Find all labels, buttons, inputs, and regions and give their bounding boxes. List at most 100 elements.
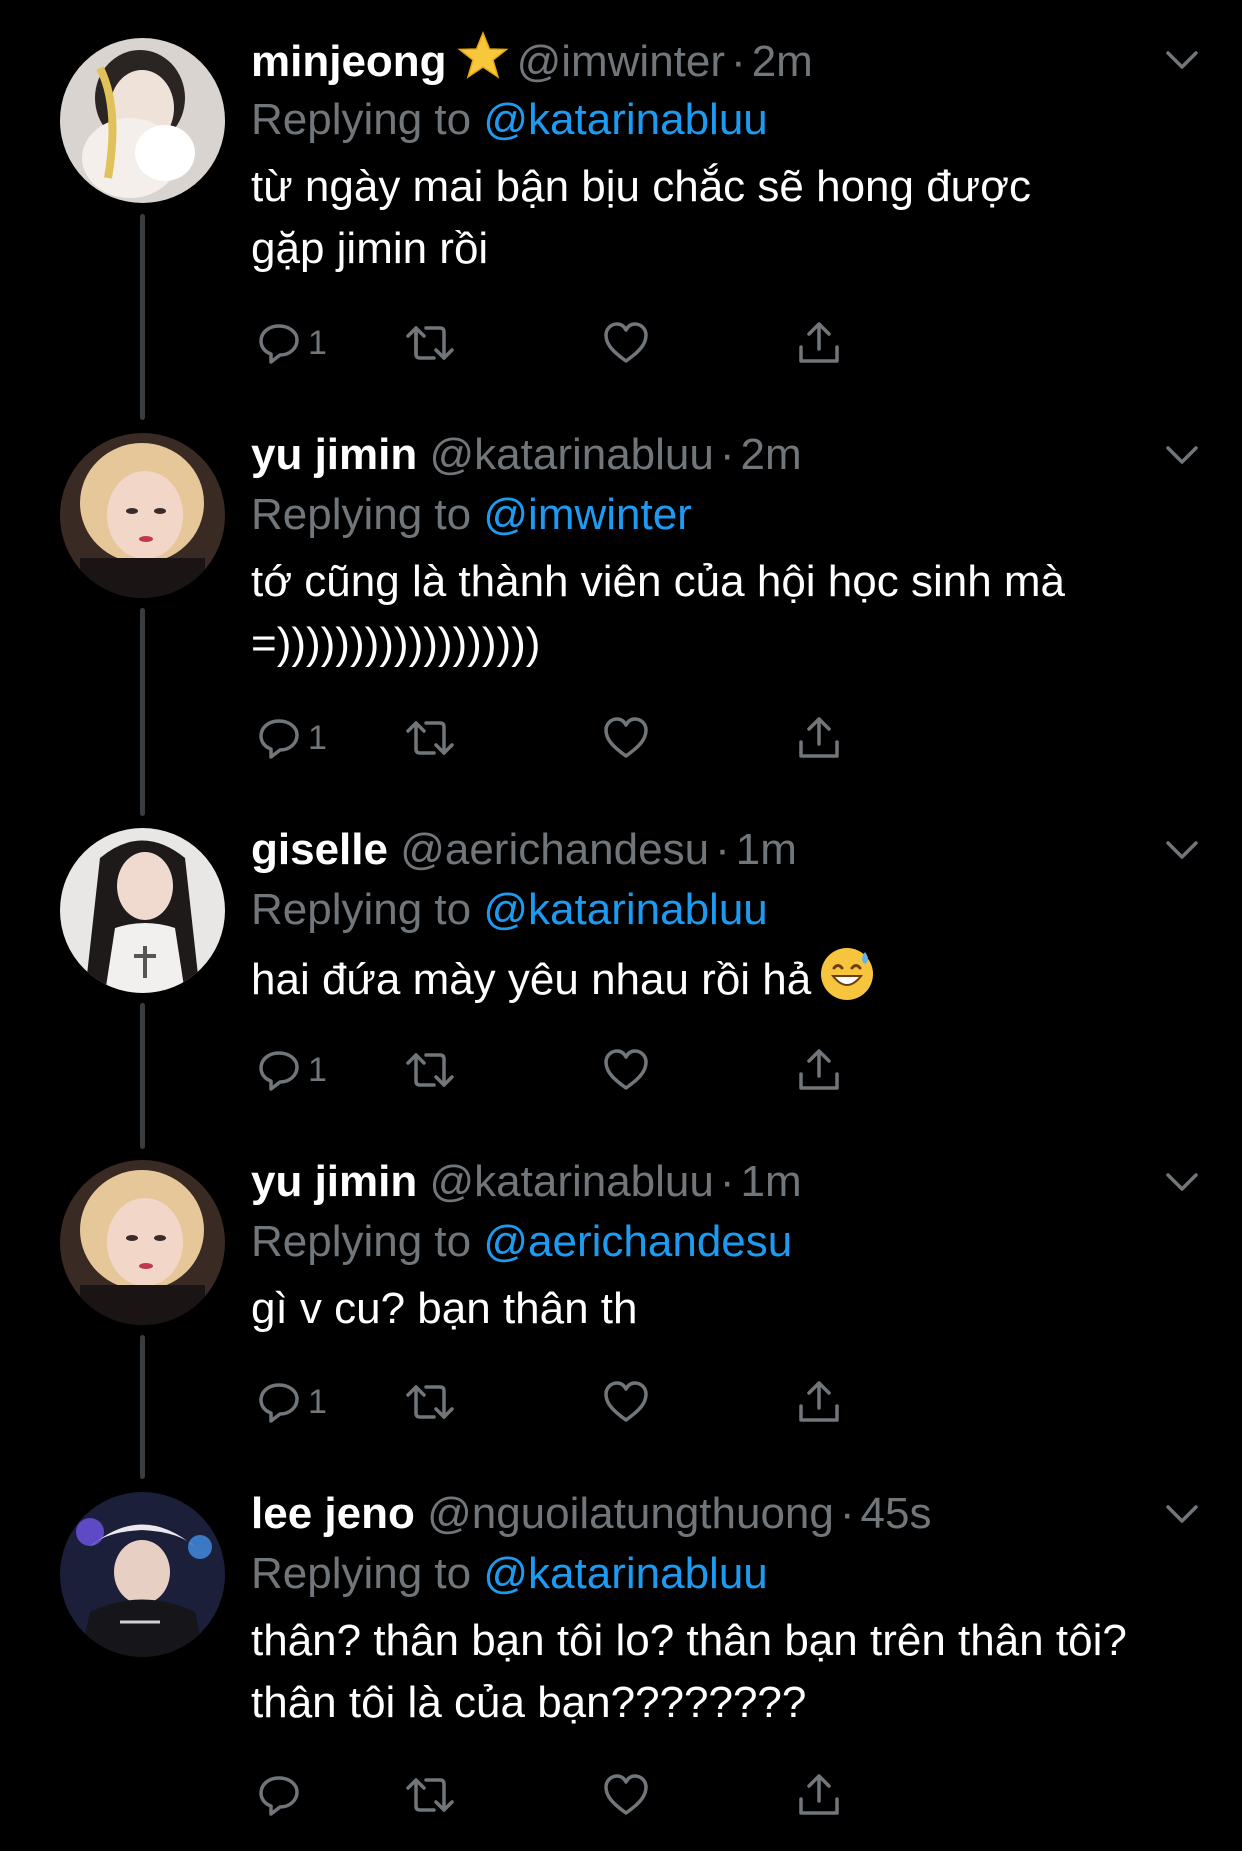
- share-icon: [799, 322, 839, 363]
- separator-dot: ·: [839, 1489, 855, 1538]
- tweet-text: tớ cũng là thành viên của hội học sinh m…: [251, 557, 1078, 668]
- tweet-actions: 1: [251, 708, 1011, 768]
- reply-icon: [259, 1383, 299, 1423]
- handle[interactable]: @katarinabluu: [429, 1157, 713, 1206]
- replying-to-label: Replying to: [251, 95, 472, 144]
- retweet-icon: [406, 1385, 454, 1419]
- chevron-down-icon[interactable]: [1162, 40, 1202, 80]
- share-icon: [799, 1381, 839, 1422]
- retweet-button[interactable]: [404, 1765, 456, 1825]
- timestamp[interactable]: 2m: [741, 430, 802, 479]
- display-name[interactable]: giselle: [251, 825, 388, 874]
- reply-button[interactable]: 1: [256, 708, 327, 768]
- chevron-down-icon[interactable]: [1162, 1162, 1202, 1202]
- reply-to-mention[interactable]: @katarinabluu: [483, 885, 767, 934]
- handle[interactable]: @katarinabluu: [429, 430, 713, 479]
- tweet-actions: 1: [251, 1040, 1011, 1100]
- share-icon: [799, 717, 839, 758]
- display-name[interactable]: lee jeno: [251, 1489, 415, 1538]
- timestamp[interactable]: 45s: [861, 1489, 932, 1538]
- avatar[interactable]: [60, 1492, 225, 1657]
- heart-icon: [604, 322, 648, 363]
- reply-button[interactable]: 1: [256, 1040, 327, 1100]
- display-name[interactable]: minjeong: [251, 37, 447, 86]
- like-button[interactable]: [602, 1765, 650, 1825]
- chevron-down-icon[interactable]: [1162, 435, 1202, 475]
- share-button[interactable]: [795, 313, 843, 373]
- reply-button[interactable]: 1: [256, 313, 327, 373]
- reply-icon: [259, 1051, 299, 1091]
- heart-icon: [604, 1381, 648, 1422]
- separator-dot: ·: [719, 430, 735, 479]
- thread-connector: [140, 214, 145, 420]
- display-name[interactable]: yu jimin: [251, 430, 417, 479]
- retweet-button[interactable]: [404, 1040, 456, 1100]
- share-icon: [799, 1774, 839, 1815]
- heart-icon: [604, 1774, 648, 1815]
- retweet-icon: [406, 1053, 454, 1087]
- retweet-button[interactable]: [404, 313, 456, 373]
- handle[interactable]: @nguoilatungthuong: [427, 1489, 834, 1538]
- chevron-down-icon[interactable]: [1162, 830, 1202, 870]
- like-button[interactable]: [602, 1372, 650, 1432]
- handle[interactable]: @aerichandesu: [400, 825, 709, 874]
- reply-icon: [259, 719, 299, 759]
- separator-dot: ·: [731, 37, 746, 86]
- star-emoji-icon: [456, 30, 509, 98]
- replying-to-label: Replying to: [251, 885, 472, 934]
- handle[interactable]: @imwinter: [517, 37, 725, 86]
- tweet-actions: 1: [251, 313, 1011, 373]
- reply-icon: [259, 324, 299, 364]
- replying-to-label: Replying to: [251, 490, 472, 539]
- tweet-text: hai đứa mày yêu nhau rồi hả: [251, 955, 812, 1004]
- heart-icon: [604, 717, 648, 758]
- share-button[interactable]: [795, 708, 843, 768]
- reply-count: 1: [308, 1382, 327, 1421]
- tweet-actions: 1: [251, 1372, 1011, 1432]
- reply-to-mention[interactable]: @katarinabluu: [483, 1549, 767, 1598]
- retweet-icon: [406, 326, 454, 360]
- separator-dot: ·: [715, 825, 730, 874]
- thread-connector: [140, 1335, 145, 1479]
- reply-count: 1: [308, 718, 327, 757]
- avatar[interactable]: [60, 38, 225, 203]
- tweet-actions: [251, 1765, 1011, 1825]
- like-button[interactable]: [602, 1040, 650, 1100]
- retweet-icon: [406, 721, 454, 755]
- timestamp[interactable]: 1m: [741, 1157, 802, 1206]
- avatar[interactable]: [60, 433, 225, 598]
- share-button[interactable]: [795, 1765, 843, 1825]
- reply-to-mention[interactable]: @aerichandesu: [483, 1217, 792, 1266]
- replying-to-label: Replying to: [251, 1217, 472, 1266]
- share-button[interactable]: [795, 1372, 843, 1432]
- share-icon: [799, 1049, 839, 1090]
- reply-icon: [259, 1776, 299, 1816]
- grinning-sweat-emoji-icon: [819, 946, 875, 1019]
- avatar[interactable]: [60, 828, 225, 993]
- thread-connector: [140, 1003, 145, 1149]
- reply-button[interactable]: 1: [256, 1372, 327, 1432]
- chevron-down-icon[interactable]: [1162, 1494, 1202, 1534]
- like-button[interactable]: [602, 708, 650, 768]
- share-button[interactable]: [795, 1040, 843, 1100]
- tweet-text: gì v cu? bạn thân th: [251, 1284, 638, 1333]
- display-name[interactable]: yu jimin: [251, 1157, 417, 1206]
- replying-to-label: Replying to: [251, 1549, 472, 1598]
- reply-to-mention[interactable]: @katarinabluu: [483, 95, 767, 144]
- tweet-text: thân? thân bạn tôi lo? thân bạn trên thâ…: [251, 1616, 1140, 1727]
- reply-button[interactable]: [256, 1765, 308, 1825]
- retweet-button[interactable]: [404, 708, 456, 768]
- like-button[interactable]: [602, 313, 650, 373]
- timestamp[interactable]: 2m: [752, 37, 813, 86]
- retweet-icon: [406, 1778, 454, 1812]
- timestamp[interactable]: 1m: [736, 825, 797, 874]
- separator-dot: ·: [719, 1157, 735, 1206]
- heart-icon: [604, 1049, 648, 1090]
- reply-thread: minjeong @imwinter · 2m Replying to @katari…: [0, 0, 1242, 1851]
- reply-count: 1: [308, 1050, 327, 1089]
- reply-to-mention[interactable]: @imwinter: [483, 490, 691, 539]
- thread-connector: [140, 608, 145, 816]
- retweet-button[interactable]: [404, 1372, 456, 1432]
- avatar[interactable]: [60, 1160, 225, 1325]
- reply-count: 1: [308, 323, 327, 362]
